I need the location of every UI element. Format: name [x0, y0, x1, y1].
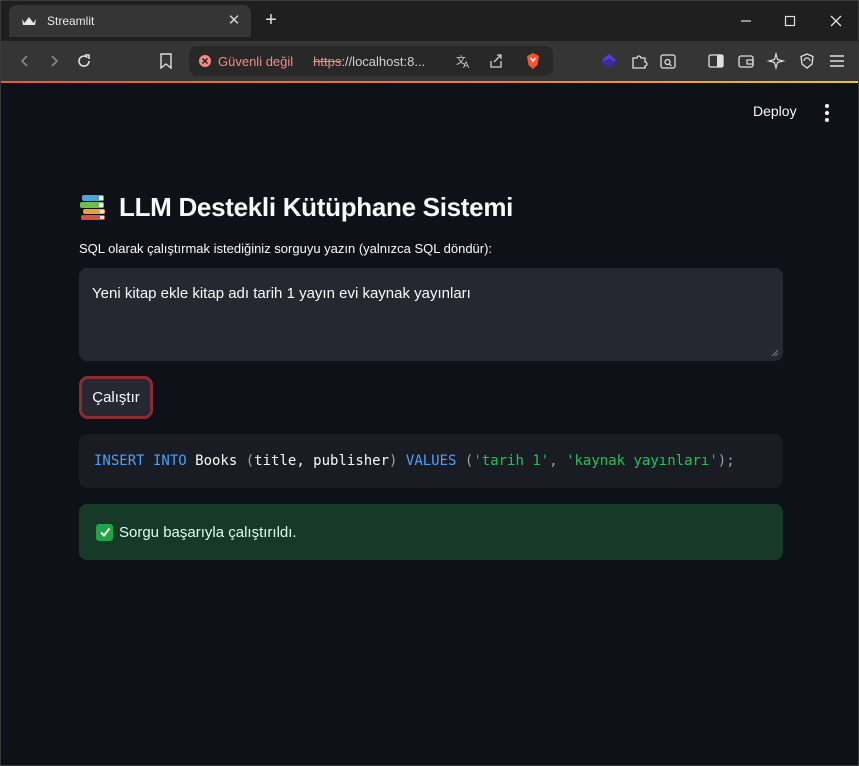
code-value-title: 'tarih 1' [473, 453, 550, 469]
brave-shield-icon[interactable] [523, 51, 543, 71]
main-menu-icon[interactable] [817, 103, 837, 123]
code-keyword-insert: INSERT INTO [94, 453, 187, 469]
success-alert: Sorgu başarıyla çalıştırıldı. [79, 504, 783, 560]
books-icon [80, 195, 105, 220]
sql-code-block: INSERT INTO Books (title, publisher) VAL… [79, 434, 783, 488]
run-button[interactable]: Çalıştır [79, 376, 153, 419]
url-protocol: https [313, 53, 342, 69]
resize-handle-icon[interactable] [771, 349, 779, 357]
forward-icon[interactable] [42, 49, 66, 73]
code-columns: title, publisher [254, 453, 390, 469]
search-page-icon[interactable] [656, 49, 680, 73]
share-icon[interactable] [486, 51, 506, 71]
new-tab-button[interactable]: + [259, 9, 283, 33]
query-textarea[interactable]: Yeni kitap ekle kitap adı tarih 1 yayın … [79, 268, 783, 361]
code-value-publisher: 'kaynak yayınları' [566, 453, 718, 469]
url-text[interactable]: https://localhost:8... [313, 54, 441, 69]
security-status-label[interactable]: Güvenli değil [218, 54, 293, 69]
leo-ai-icon[interactable] [764, 49, 788, 73]
tab-close-icon[interactable]: ✕ [225, 12, 243, 30]
address-bar[interactable]: Güvenli değil https://localhost:8... 文A [189, 46, 553, 76]
insecure-warning-icon [199, 55, 211, 67]
check-mark-icon [96, 523, 113, 541]
code-keyword-values: VALUES [405, 453, 457, 469]
back-icon[interactable] [13, 49, 37, 73]
extension-icon[interactable] [597, 49, 621, 73]
wallet-icon[interactable] [734, 49, 758, 73]
puzzle-icon[interactable] [627, 49, 651, 73]
query-textarea-value: Yeni kitap ekle kitap adı tarih 1 yayın … [92, 285, 471, 302]
main-content: LLM Destekli Kütüphane Sistemi SQL olara… [79, 189, 783, 560]
vpn-icon[interactable] [795, 49, 819, 73]
query-input-label: SQL olarak çalıştırmak istediğiniz sorgu… [79, 241, 493, 256]
deploy-button[interactable]: Deploy [753, 103, 797, 119]
url-host: ://localhost:8... [341, 53, 426, 69]
browser-window: Streamlit ✕ + Güvenli değil https://loca… [0, 0, 859, 766]
title-row: LLM Destekli Kütüphane Sistemi [79, 189, 783, 225]
success-message: Sorgu başarıyla çalıştırıldı. [119, 523, 297, 541]
code-paren-close: ) [389, 453, 406, 469]
tab-strip: Streamlit ✕ + [1, 1, 858, 41]
menu-icon[interactable] [825, 49, 849, 73]
code-table-name: Books [186, 453, 246, 469]
sidebar-icon[interactable] [704, 49, 728, 73]
code-comma: , [549, 453, 567, 469]
translate-icon[interactable]: 文A [453, 51, 473, 71]
close-icon[interactable] [824, 9, 848, 33]
reload-icon[interactable] [72, 49, 96, 73]
svg-text:A: A [463, 61, 470, 69]
app-header: Deploy [1, 83, 858, 139]
minimize-icon[interactable] [734, 9, 758, 33]
tab-title: Streamlit [47, 14, 95, 28]
code-end: ); [717, 453, 735, 469]
page-title: LLM Destekli Kütüphane Sistemi [119, 191, 514, 222]
bookmark-icon[interactable] [154, 49, 178, 73]
tab-streamlit[interactable]: Streamlit ✕ [9, 5, 251, 37]
maximize-icon[interactable] [778, 9, 802, 33]
code-paren-open: ( [245, 453, 255, 469]
browser-toolbar: Güvenli değil https://localhost:8... 文A [1, 41, 858, 81]
streamlit-logo-icon [21, 13, 37, 29]
